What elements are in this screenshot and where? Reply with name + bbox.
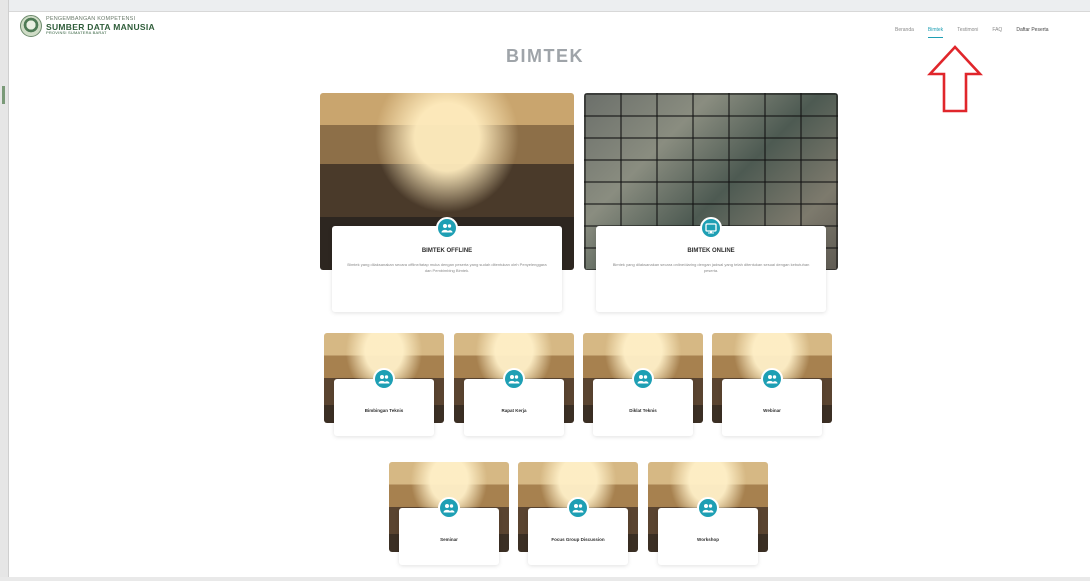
- browser-top-bar: [0, 0, 1090, 12]
- people-icon: [761, 368, 783, 390]
- card-title: Seminar: [440, 537, 458, 542]
- window-bottom-edge: [0, 577, 1090, 581]
- card-title: BIMTEK ONLINE: [687, 248, 735, 254]
- nav-item-bimtek[interactable]: Bimtek: [927, 27, 944, 38]
- people-icon: [697, 497, 719, 519]
- card-title: Webinar: [763, 408, 781, 413]
- card-webinar[interactable]: Webinar: [712, 333, 832, 440]
- edge-marker: [2, 86, 5, 104]
- nav-item-faq[interactable]: FAQ: [992, 27, 1002, 38]
- card-focus-group-discussion[interactable]: Focus Group Discussion: [518, 462, 638, 570]
- card-workshop[interactable]: Workshop: [648, 462, 768, 570]
- card-panel: Seminar: [399, 497, 499, 565]
- people-icon: [436, 217, 458, 239]
- nav-item-daftar-peserta[interactable]: Daftar Peserta: [1016, 27, 1048, 38]
- card-title: Rapat Kerja: [501, 408, 527, 413]
- logo-line-3: PROVINSI SUMATERA BARAT: [46, 30, 107, 35]
- card-title: BIMTEK OFFLINE: [421, 248, 473, 254]
- card-panel: BIMTEK OFFLINE Bimtek yang dilaksanakan …: [332, 217, 562, 312]
- card-title: Diklat Teknis: [629, 408, 657, 413]
- card-seminar[interactable]: Seminar: [389, 462, 509, 570]
- card-panel: Bimbingan Teknis: [334, 368, 434, 436]
- card-panel: Workshop: [658, 497, 758, 565]
- card-panel: BIMTEK ONLINE Bimtek yang dilaksanakan s…: [596, 217, 826, 312]
- main-nav: Beranda Bimtek Testimoni FAQ Daftar Pese…: [895, 27, 1049, 38]
- people-icon: [567, 497, 589, 519]
- site-logo[interactable]: PENGEMBANGAN KOMPETENSI SUMBER DATA MANU…: [20, 15, 155, 37]
- nav-item-testimoni[interactable]: Testimoni: [957, 27, 978, 38]
- card-rapat-kerja[interactable]: Rapat Kerja: [454, 333, 574, 440]
- nav-item-beranda[interactable]: Beranda: [895, 27, 914, 38]
- card-bimtek-online[interactable]: BIMTEK ONLINE Bimtek yang dilaksanakan s…: [584, 93, 838, 315]
- card-title: Focus Group Discussion: [551, 537, 605, 542]
- monitor-icon: [700, 217, 722, 239]
- card-panel: Diklat Teknis: [593, 368, 693, 436]
- logo-emblem-icon: [20, 15, 42, 37]
- card-panel: Focus Group Discussion: [528, 497, 628, 565]
- card-diklat-teknis[interactable]: Diklat Teknis: [583, 333, 703, 440]
- card-title: Bimbingan Teknis: [364, 408, 404, 413]
- card-bimbingan-teknis[interactable]: Bimbingan Teknis: [324, 333, 444, 440]
- people-icon: [373, 368, 395, 390]
- people-icon: [438, 497, 460, 519]
- people-icon: [632, 368, 654, 390]
- people-icon: [503, 368, 525, 390]
- card-panel: Webinar: [722, 368, 822, 436]
- window-left-edge: [0, 0, 9, 581]
- card-description: Bimtek yang dilaksanakan secara online/d…: [612, 262, 810, 273]
- card-title: Workshop: [697, 537, 719, 542]
- card-bimtek-offline[interactable]: BIMTEK OFFLINE Bimtek yang dilaksanakan …: [320, 93, 574, 315]
- card-panel: Rapat Kerja: [464, 368, 564, 436]
- card-description: Bimtek yang dilaksanakan secara offline/…: [347, 262, 547, 273]
- page-title: BIMTEK: [506, 46, 584, 66]
